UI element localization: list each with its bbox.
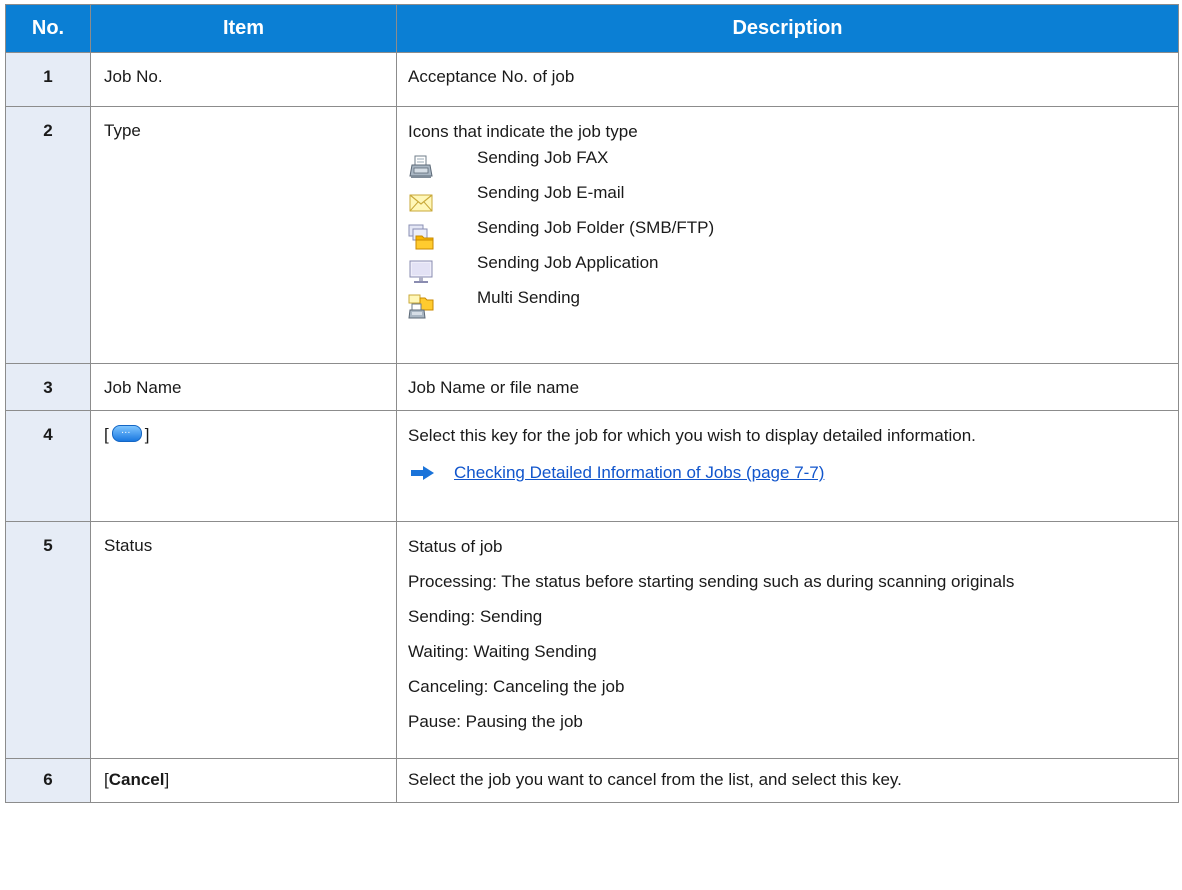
header-description: Description [396, 4, 1179, 53]
type-entry-application: Sending Job Application [408, 250, 1167, 285]
table-row: 3 Job Name Job Name or file name [5, 363, 1179, 411]
row-number: 4 [5, 410, 91, 522]
bracket-close: ] [164, 770, 170, 789]
bracket-open: [ [104, 425, 109, 444]
multi-send-icon [408, 285, 444, 320]
detail-description: Select this key for the job for which yo… [408, 426, 976, 445]
table-row: 5 Status Status of job Processing: The s… [5, 521, 1179, 759]
email-icon [408, 180, 444, 215]
table-row: 1 Job No. Acceptance No. of job [5, 52, 1179, 107]
row-item: Job Name [90, 363, 397, 411]
row-description: Status of job Processing: The status bef… [396, 521, 1179, 759]
row-description: Select this key for the job for which yo… [396, 410, 1179, 522]
type-label: Multi Sending [477, 288, 581, 307]
type-label: Sending Job FAX [477, 148, 609, 167]
header-item: Item [90, 4, 397, 53]
type-entry-email: Sending Job E-mail [408, 180, 1167, 215]
type-entry-fax: Sending Job FAX [408, 145, 1167, 180]
header-no: No. [5, 4, 91, 53]
fax-icon [408, 145, 444, 180]
row-number: 2 [5, 106, 91, 364]
job-status-table: No. Item Description 1 Job No. Acceptanc… [5, 4, 1179, 803]
row-item: [] [90, 410, 397, 522]
type-label: Sending Job Application [477, 253, 659, 272]
row-description: Job Name or file name [396, 363, 1179, 411]
type-label: Sending Job Folder (SMB/FTP) [477, 218, 715, 237]
detail-key-icon [111, 425, 142, 443]
row-number: 5 [5, 521, 91, 759]
row-item: Type [90, 106, 397, 364]
row-item: Status [90, 521, 397, 759]
status-line: Status of job [408, 537, 503, 556]
table-row: 6 [Cancel] Select the job you want to ca… [5, 758, 1179, 803]
cancel-key-label: Cancel [108, 770, 165, 789]
detail-info-link[interactable]: Checking Detailed Information of Jobs (p… [454, 463, 824, 483]
reference-link-row: Checking Detailed Information of Jobs (p… [408, 463, 1167, 483]
row-description: Select the job you want to cancel from t… [396, 758, 1179, 803]
table-header-row: No. Item Description [5, 4, 1179, 53]
status-line: Waiting: Waiting Sending [408, 642, 597, 661]
folder-icon [408, 215, 444, 250]
status-line: Canceling: Canceling the job [408, 677, 625, 696]
type-intro-text: Icons that indicate the job type [408, 122, 638, 141]
row-item: Job No. [90, 52, 397, 107]
bracket-close: ] [144, 425, 150, 444]
type-entry-multi: Multi Sending [408, 285, 1167, 320]
row-item: [Cancel] [90, 758, 397, 803]
table-row: 4 [] Select this key for the job for whi… [5, 410, 1179, 522]
status-line: Processing: The status before starting s… [408, 572, 1015, 591]
monitor-icon [408, 250, 444, 285]
table-row: 2 Type Icons that indicate the job type [5, 106, 1179, 364]
row-number: 1 [5, 52, 91, 107]
row-number: 3 [5, 363, 91, 411]
status-line: Sending: Sending [408, 607, 543, 626]
row-description: Acceptance No. of job [396, 52, 1179, 107]
type-entry-folder: Sending Job Folder (SMB/FTP) [408, 215, 1167, 250]
row-description: Icons that indicate the job type Sending… [396, 106, 1179, 364]
arrow-right-icon [411, 466, 434, 480]
type-label: Sending Job E-mail [477, 183, 625, 202]
row-number: 6 [5, 758, 91, 803]
status-line: Pause: Pausing the job [408, 712, 583, 731]
